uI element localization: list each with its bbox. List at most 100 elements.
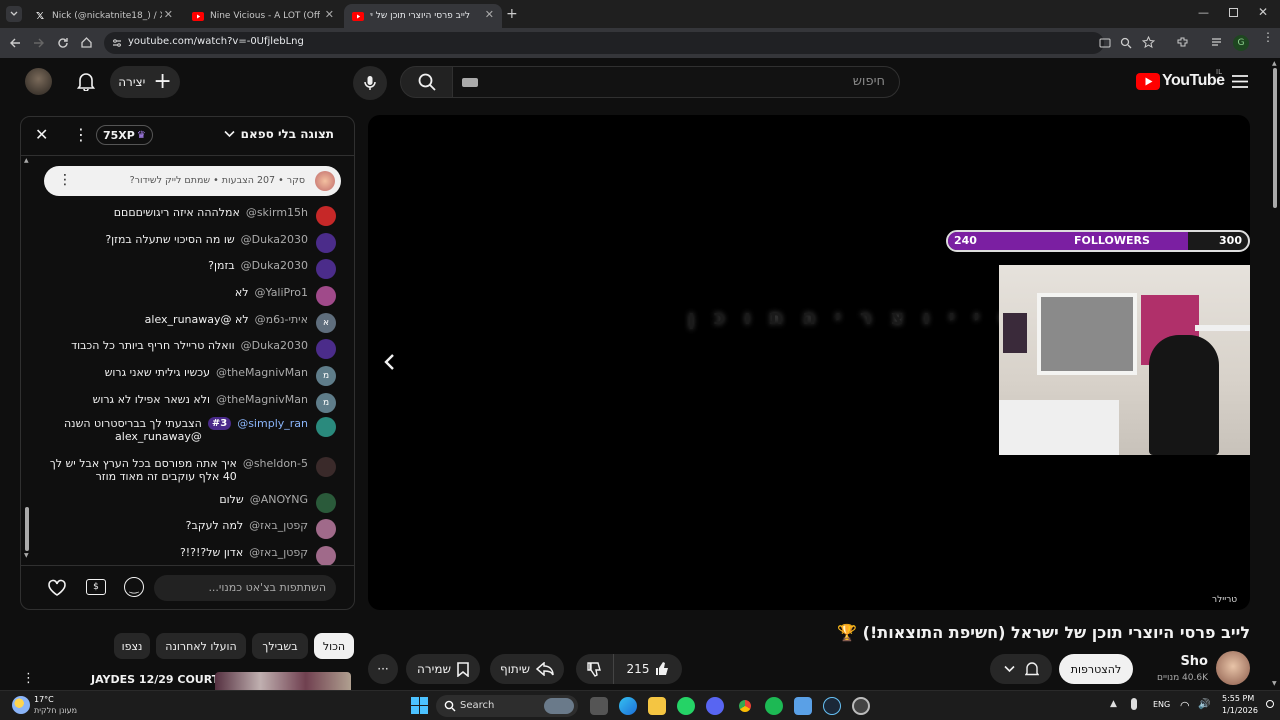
poll-more-icon[interactable]: ⋮	[58, 172, 72, 188]
chat-author-name[interactable]: @simply_ran	[237, 417, 308, 430]
chip-for-you[interactable]: בשבילך	[252, 633, 308, 659]
voice-search-button[interactable]	[353, 66, 387, 100]
xp-badge[interactable]: 75XP ♛	[96, 125, 153, 145]
scroll-down-arrow[interactable]: ▼	[24, 552, 29, 559]
youtube-logo[interactable]: YouTube	[1136, 72, 1225, 90]
notification-center-icon[interactable]	[1266, 700, 1274, 708]
chat-message[interactable]: @Duka2030 וואלה טריילר חריף ביותר כל הכבו…	[71, 339, 336, 359]
chat-scrollbar[interactable]: ▲ ▼	[24, 157, 30, 559]
save-button[interactable]: שמירה	[406, 654, 480, 684]
chat-message[interactable]: א @איתי-נ6מ לא @alex_runaway	[145, 313, 336, 333]
minimize-button[interactable]: —	[1198, 6, 1209, 19]
chat-message[interactable]: מ @theMagnivMan עכשיו גיליתי שאני גרוש	[105, 366, 336, 386]
task-view-icon[interactable]	[590, 697, 608, 715]
clock-date[interactable]: 1/1/2026	[1222, 706, 1258, 715]
like-button[interactable]: 215	[616, 654, 682, 684]
wifi-icon[interactable]: ◠	[1180, 699, 1190, 712]
clock-time[interactable]: 5:55 PM	[1222, 694, 1254, 703]
chat-message[interactable]: @skirm15h אמלההה איזה ריגושיםםםם	[114, 206, 336, 226]
chat-author-name[interactable]: @Duka2030	[241, 339, 308, 352]
close-icon[interactable]: ✕	[164, 8, 173, 21]
weather-widget[interactable]: 17°C מעונן חלקית	[12, 694, 102, 718]
video-player[interactable]: ס י י ו צ ר י ה ת ו כ ן 240 FOLLOWERS 30…	[368, 115, 1250, 610]
close-icon[interactable]: ✕	[325, 8, 334, 21]
more-options-icon[interactable]: ⋮	[22, 671, 35, 686]
scroll-down-arrow[interactable]: ▼	[1272, 680, 1277, 687]
create-button[interactable]: יצירה +	[110, 66, 180, 98]
dislike-button[interactable]	[576, 654, 614, 684]
chat-author-avatar[interactable]	[316, 457, 336, 477]
cast-icon[interactable]	[1099, 37, 1111, 49]
chat-message[interactable]: מ @theMagnivMan ולא נשאר אפילו לא גרוש	[93, 393, 336, 413]
chat-author-avatar[interactable]	[316, 417, 336, 437]
close-icon[interactable]: ✕	[485, 8, 494, 21]
scroll-thumb[interactable]	[25, 507, 29, 551]
chat-message[interactable]: @קפטן_באז למה לעקב?	[186, 519, 336, 539]
emoji-icon[interactable]: ‿	[124, 577, 144, 597]
chat-author-name[interactable]: @Duka2030	[241, 259, 308, 272]
join-button[interactable]: להצטרפות	[1059, 654, 1133, 684]
back-icon[interactable]	[9, 37, 21, 49]
language-indicator[interactable]: ENG	[1153, 700, 1170, 709]
chat-author-avatar[interactable]: א	[316, 313, 336, 333]
keyboard-icon[interactable]	[462, 78, 478, 87]
scroll-up-arrow[interactable]: ▲	[24, 157, 29, 164]
more-actions-button[interactable]: ···	[368, 654, 398, 684]
edge-icon[interactable]	[619, 697, 637, 715]
recommended-video-item[interactable]: ⋮ JAYDES 12/29 COURT	[20, 670, 354, 690]
app-icon[interactable]	[852, 697, 870, 715]
chat-author-avatar[interactable]: מ	[316, 366, 336, 386]
taskbar-search[interactable]: Search	[436, 695, 578, 717]
search-button[interactable]	[400, 66, 454, 98]
chat-author-avatar[interactable]	[316, 339, 336, 359]
mic-tray-icon[interactable]	[1131, 698, 1137, 710]
close-window-button[interactable]: ✕	[1258, 5, 1268, 19]
search-input[interactable]: חיפוש	[452, 66, 900, 98]
chat-message[interactable]: @sheldon-5 איך אתה מפורסם בכל הערץ אבל יש…	[46, 457, 336, 483]
address-bar[interactable]: youtube.com/watch?v=-0UfjlebLng	[104, 32, 1111, 54]
home-icon[interactable]	[80, 36, 93, 49]
windows-start-icon[interactable]	[411, 697, 428, 714]
chat-author-name[interactable]: @theMagnivMan	[216, 366, 308, 379]
show-hidden-icons[interactable]: ▲	[1110, 699, 1117, 709]
chrome-icon[interactable]	[736, 697, 754, 715]
heart-icon[interactable]	[47, 579, 67, 597]
spotify-icon[interactable]	[765, 697, 783, 715]
share-button[interactable]: שיתוף	[490, 654, 564, 684]
file-explorer-icon[interactable]	[648, 697, 666, 715]
volume-icon[interactable]: 🔊	[1198, 699, 1210, 710]
chat-author-name[interactable]: @YaliPro1	[254, 286, 308, 299]
chat-author-avatar[interactable]	[316, 286, 336, 306]
chat-author-name[interactable]: @Duka2030	[241, 233, 308, 246]
pinned-poll-banner[interactable]: ⋮ סקר • 207 הצבעות • שמתם לייק לשידור?	[44, 166, 341, 196]
tab-x[interactable]: 𝕏 Nick (@nickatnite18_) / X ✕	[26, 4, 181, 28]
chat-author-avatar[interactable]	[316, 259, 336, 279]
browser-menu-icon[interactable]: ⋮	[1262, 31, 1274, 43]
chat-author-avatar[interactable]	[316, 546, 336, 566]
bookmark-star-icon[interactable]	[1142, 36, 1155, 49]
chat-author-name[interactable]: @קפטן_באז	[249, 546, 308, 559]
chat-input[interactable]: השתתפות בצ'אט כמנוי...	[154, 575, 336, 601]
chat-author-avatar[interactable]	[316, 519, 336, 539]
site-info-icon[interactable]	[112, 38, 122, 48]
chat-more-options-icon[interactable]: ⋮	[73, 125, 89, 144]
steam-icon[interactable]	[823, 697, 841, 715]
new-tab-button[interactable]: +	[506, 6, 518, 22]
channel-avatar[interactable]	[1216, 651, 1250, 685]
chat-author-name[interactable]: @skirm15h	[246, 206, 308, 219]
chat-message[interactable]: @simply_ran #3 הצבעתי לך בבריסטרוט השנה @a…	[46, 417, 336, 443]
chat-mode-dropdown[interactable]: תצוגה בלי ספאם	[224, 127, 334, 141]
channel-name[interactable]: Sho	[1180, 654, 1208, 669]
extensions-icon[interactable]	[1176, 36, 1189, 49]
scroll-thumb[interactable]	[1273, 68, 1277, 208]
forward-icon[interactable]	[33, 37, 45, 49]
chat-author-name[interactable]: @איתי-נ6מ	[255, 313, 308, 326]
chat-author-avatar[interactable]: מ	[316, 393, 336, 413]
zoom-icon[interactable]	[1120, 37, 1132, 49]
chat-author-name[interactable]: @ANOYNG	[250, 493, 308, 506]
chat-message[interactable]: @Duka2030 בזמן?	[208, 259, 336, 279]
reload-icon[interactable]	[57, 37, 69, 49]
notepad-icon[interactable]	[794, 697, 812, 715]
chat-message[interactable]: @ANOYNG שלום	[219, 493, 336, 513]
user-avatar[interactable]	[25, 68, 52, 95]
